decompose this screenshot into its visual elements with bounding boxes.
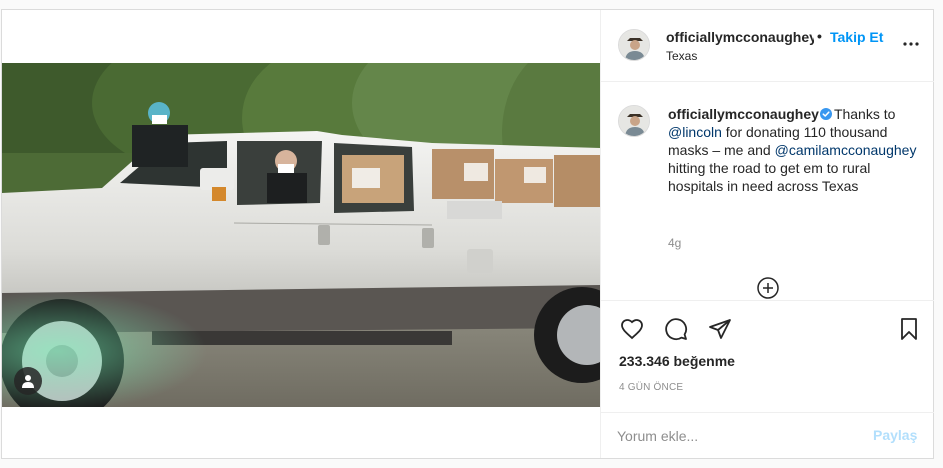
post-media xyxy=(2,10,600,458)
comment-form: Paylaş xyxy=(601,412,934,458)
comment-icon[interactable] xyxy=(664,317,688,341)
avatar-image xyxy=(619,106,649,136)
caption-avatar[interactable] xyxy=(618,105,650,137)
mention-link[interactable]: @camilamcconaughey xyxy=(775,142,917,158)
post-comment-button[interactable]: Paylaş xyxy=(873,427,917,443)
comment-input[interactable] xyxy=(617,426,857,446)
mention-link[interactable]: @lincoln xyxy=(668,124,722,140)
heart-icon[interactable] xyxy=(620,317,644,341)
header-separator: • xyxy=(817,28,822,44)
post-photo[interactable] xyxy=(2,63,600,407)
post-location[interactable]: Texas xyxy=(666,49,697,63)
post-header: officiallymcconaughey • Takip Et Texas xyxy=(601,10,934,82)
user-tag-button[interactable] xyxy=(14,367,42,395)
author-username[interactable]: officiallymcconaughey xyxy=(666,29,814,45)
post-actions: 233.346 beğenme 4 GÜN ÖNCE xyxy=(601,300,934,412)
instagram-post: officiallymcconaughey • Takip Et Texas o… xyxy=(1,9,934,459)
caption-text-part: Thanks to xyxy=(833,106,896,122)
verified-badge-icon xyxy=(819,108,832,120)
more-options-icon[interactable] xyxy=(902,41,920,47)
avatar-image xyxy=(619,30,649,60)
post-photo-illustration xyxy=(2,63,600,407)
author-avatar[interactable] xyxy=(618,29,650,61)
caption-text-part: hitting the road to get em to rural hosp… xyxy=(668,160,871,194)
caption-text: officiallymcconaughey Thanks to @lincoln … xyxy=(668,105,920,195)
caption-username[interactable]: officiallymcconaughey xyxy=(668,106,819,122)
post-sidebar: officiallymcconaughey • Takip Et Texas o… xyxy=(600,10,934,458)
user-tag-icon xyxy=(22,375,34,388)
plus-circle-icon[interactable] xyxy=(757,277,779,299)
caption-time: 4g xyxy=(668,236,682,250)
bookmark-icon[interactable] xyxy=(897,317,921,341)
post-date[interactable]: 4 GÜN ÖNCE xyxy=(619,382,683,393)
post-caption: officiallymcconaughey Thanks to @lincoln … xyxy=(601,82,934,300)
likes-count[interactable]: 233.346 beğenme xyxy=(619,353,735,369)
paper-plane-icon[interactable] xyxy=(708,317,732,341)
follow-button[interactable]: Takip Et xyxy=(830,29,883,45)
